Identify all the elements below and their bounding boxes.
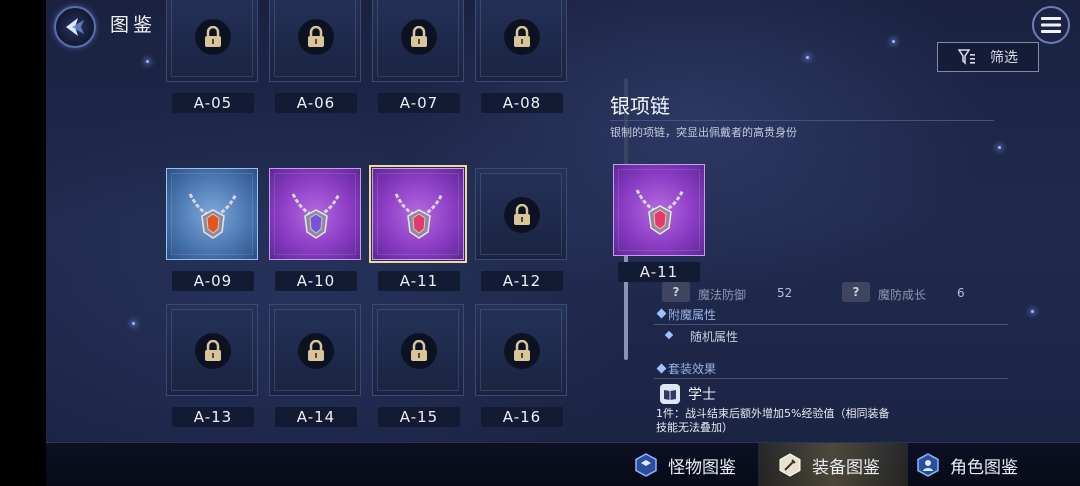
equipment-grid[interactable]: A-05 A-06 A-07 A-08 A-09 A-10 A-11 A-12 A-13 A-14…	[166, 0, 576, 440]
section-bullet-icon	[656, 363, 667, 374]
equipment-tile[interactable]	[166, 304, 258, 396]
lock-icon	[195, 333, 231, 369]
set-name: 学士	[688, 387, 716, 403]
necklace-icon	[270, 169, 362, 261]
enchant-title: 附魔属性	[668, 308, 717, 322]
equipment-code-label: A-16	[481, 407, 563, 427]
star-sparkle	[132, 322, 135, 325]
lock-icon	[298, 333, 334, 369]
diamond-icon	[664, 330, 674, 340]
item-preview	[613, 164, 705, 256]
hamburger-menu-icon	[1041, 17, 1061, 33]
codex-screen: 图鉴 筛选 A-05 A-06 A-07 A-08 A-09 A-10 A-11 A-12 A-…	[46, 0, 1080, 486]
tab-equipment-codex[interactable]: 装备图鉴	[758, 443, 908, 486]
tab-label: 怪物图鉴	[668, 457, 736, 478]
question-icon: ?	[662, 282, 690, 302]
equipment-code-label: A-13	[172, 407, 254, 427]
divider	[654, 378, 1008, 379]
lock-icon	[401, 19, 437, 55]
lock-icon	[195, 19, 231, 55]
equipment-tile[interactable]	[475, 0, 567, 82]
menu-button[interactable]	[1032, 6, 1070, 44]
filter-label: 筛选	[990, 50, 1018, 66]
lock-icon	[401, 333, 437, 369]
stat-name: 魔法防御	[698, 288, 747, 302]
stat-name: 魔防成长	[878, 288, 927, 302]
equipment-code-label: A-10	[275, 271, 357, 291]
equipment-code-label: A-06	[275, 93, 357, 113]
divider	[610, 120, 994, 121]
back-button[interactable]	[54, 6, 96, 48]
equipment-code-label: A-08	[481, 93, 563, 113]
equipment-tile[interactable]	[475, 304, 567, 396]
necklace-icon	[373, 169, 465, 261]
filter-icon	[958, 49, 975, 65]
necklace-icon	[167, 169, 259, 261]
equipment-code-label: A-11	[378, 271, 460, 291]
divider	[654, 324, 1008, 325]
tab-label: 装备图鉴	[812, 457, 880, 478]
enchant-item: 随机属性	[690, 330, 739, 344]
equipment-tile[interactable]	[166, 0, 258, 82]
star-sparkle	[806, 56, 809, 59]
necklace-icon	[614, 165, 706, 257]
item-description: 银制的项链，突显出佩戴者的高贵身份	[610, 126, 797, 139]
item-code-label: A-11	[618, 262, 700, 282]
tab-character-codex[interactable]: 角色图鉴	[916, 443, 1046, 486]
equipment-tile[interactable]	[166, 168, 258, 260]
tab-label: 角色图鉴	[950, 457, 1018, 478]
equipment-tile[interactable]	[269, 304, 361, 396]
equipment-tile[interactable]	[372, 0, 464, 82]
book-icon	[660, 384, 680, 404]
equipment-code-label: A-14	[275, 407, 357, 427]
lock-icon	[504, 197, 540, 233]
star-sparkle	[892, 40, 895, 43]
equipment-code-label: A-12	[481, 271, 563, 291]
hexagon-cube-icon	[634, 453, 658, 477]
section-bullet-icon	[656, 308, 667, 319]
item-detail-panel: 银项链 银制的项链，突显出佩戴者的高贵身份 A-11 ? 魔法防御 52 ? 魔…	[610, 80, 1030, 440]
star-sparkle	[1031, 310, 1034, 313]
stat-value: 52	[777, 286, 793, 300]
equipment-tile[interactable]	[372, 304, 464, 396]
equipment-tile[interactable]	[475, 168, 567, 260]
equipment-code-label: A-07	[378, 93, 460, 113]
question-icon: ?	[842, 282, 870, 302]
set-effect-line2: 技能无法叠加）	[656, 421, 733, 434]
item-name: 银项链	[610, 94, 670, 118]
equipment-tile[interactable]	[369, 165, 467, 263]
back-arrow-icon	[66, 18, 84, 36]
lock-icon	[504, 333, 540, 369]
equipment-code-label: A-05	[172, 93, 254, 113]
equipment-code-label: A-09	[172, 271, 254, 291]
hexagon-sword-icon	[778, 453, 802, 477]
equipment-tile[interactable]	[269, 168, 361, 260]
bottom-tab-bar: 怪物图鉴 装备图鉴 角色图鉴	[46, 442, 1080, 486]
lock-icon	[298, 19, 334, 55]
hexagon-person-icon	[916, 453, 940, 477]
equipment-code-label: A-15	[378, 407, 460, 427]
stat-value: 6	[957, 286, 965, 300]
equipment-tile[interactable]	[269, 0, 361, 82]
star-sparkle	[146, 60, 149, 63]
tab-monster-codex[interactable]: 怪物图鉴	[634, 443, 754, 486]
set-title: 套装效果	[668, 362, 717, 376]
lock-icon	[504, 19, 540, 55]
page-title: 图鉴	[110, 14, 157, 36]
filter-button[interactable]: 筛选	[937, 42, 1039, 72]
